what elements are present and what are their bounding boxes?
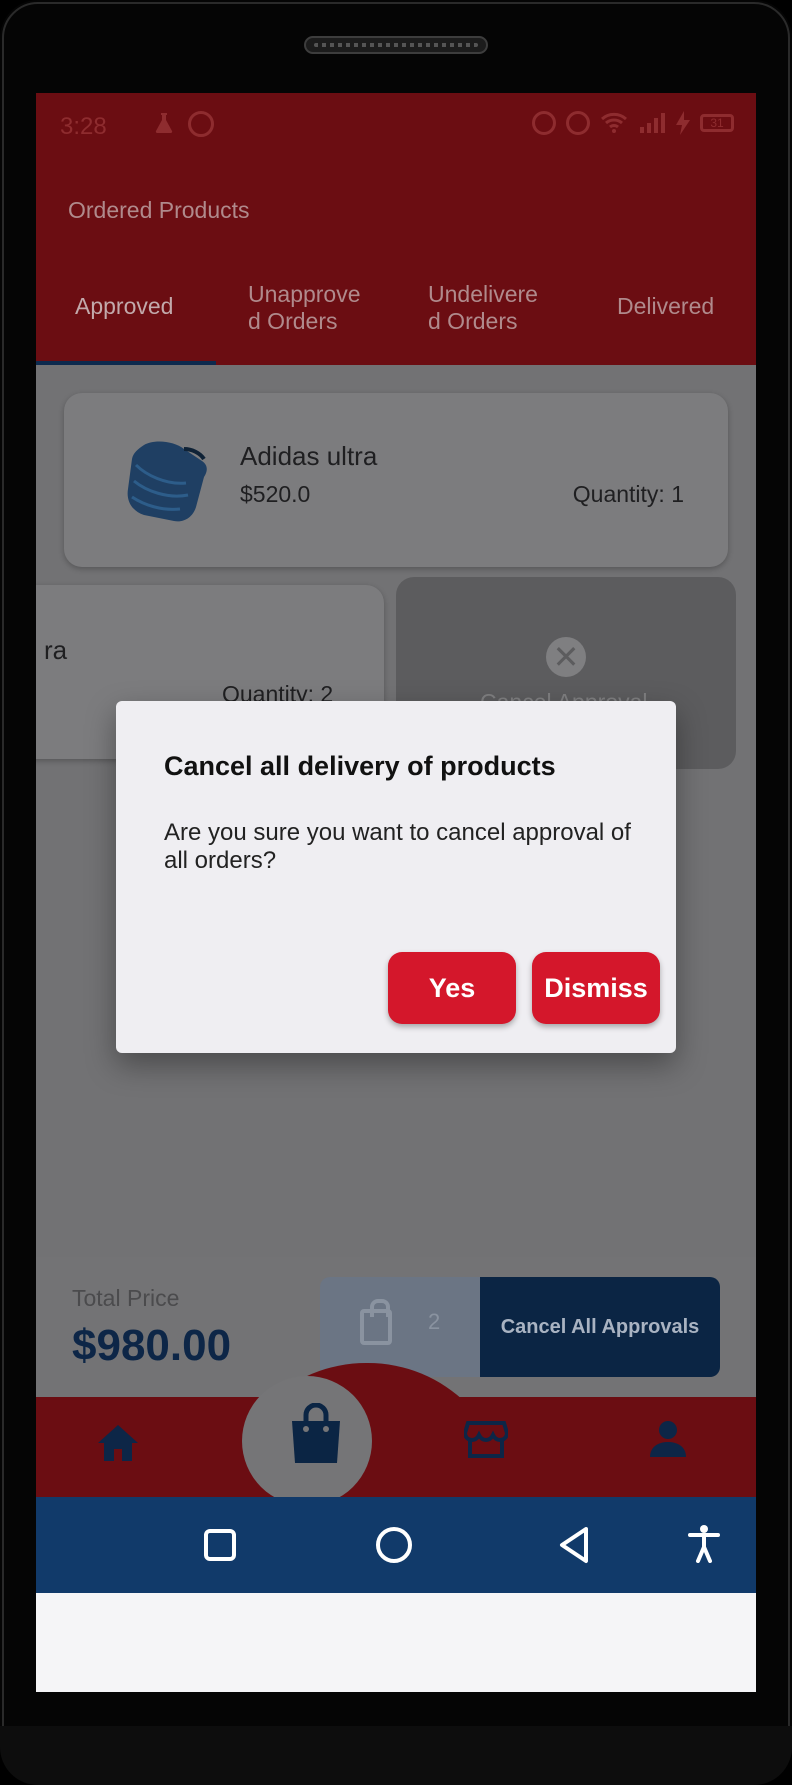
back-icon[interactable] — [556, 1525, 592, 1565]
product-quantity: Quantity: 1 — [572, 481, 684, 507]
status-bar: 3:28 31 — [36, 93, 756, 153]
system-nav-bar — [36, 1497, 756, 1593]
recent-apps-icon[interactable] — [204, 1529, 236, 1561]
confirm-dialog: Cancel all delivery of products Are you … — [116, 701, 676, 1053]
cancel-all-approvals-button[interactable]: 2 Cancel All Approvals — [320, 1277, 720, 1377]
tab-undelivered-orders[interactable]: Undelivere d Orders — [428, 281, 538, 335]
total-price-value: $980.00 — [72, 1321, 232, 1370]
person-icon[interactable] — [648, 1419, 688, 1459]
alarm-icon — [532, 111, 556, 135]
accessibility-icon[interactable] — [686, 1523, 722, 1563]
shopping-bag-icon — [360, 1299, 392, 1345]
close-icon: ✕ — [546, 637, 586, 677]
dialog-title: Cancel all delivery of products — [164, 751, 556, 781]
phone-frame: 3:28 31 Ordered Products Approved Unappr… — [0, 0, 792, 1785]
tab-label-line-2: d Orders — [248, 308, 338, 334]
product-name: ra — [44, 635, 68, 665]
home-icon[interactable] — [96, 1423, 140, 1463]
tab-label-line-2: d Orders — [428, 308, 518, 334]
tab-unapproved-orders[interactable]: Unapprove d Orders — [248, 281, 361, 335]
cancel-all-approvals-label: Cancel All Approvals — [480, 1277, 720, 1377]
yes-button[interactable]: Yes — [388, 952, 516, 1024]
shopping-bag-icon — [292, 1403, 340, 1463]
status-icons: 31 — [532, 111, 734, 135]
charging-icon — [676, 111, 690, 135]
product-image — [127, 441, 207, 522]
phone-chin — [0, 1726, 792, 1785]
home-circle-icon[interactable] — [376, 1527, 412, 1563]
status-time: 3:28 — [60, 113, 107, 140]
dnd-icon — [566, 111, 590, 135]
app-bar: 3:28 31 Ordered Products Approved Unappr… — [36, 93, 756, 365]
page-title: Ordered Products — [68, 197, 250, 223]
dismiss-button[interactable]: Dismiss — [532, 952, 660, 1024]
sync-icon — [188, 111, 214, 137]
store-icon[interactable] — [464, 1419, 508, 1459]
cart-count-segment: 2 — [320, 1277, 480, 1377]
battery-indicator: 31 — [700, 114, 734, 132]
product-price: $520.0 — [240, 481, 311, 507]
signal-icon — [640, 113, 665, 133]
product-name: Adidas ultra — [240, 441, 378, 471]
screen: 3:28 31 Ordered Products Approved Unappr… — [36, 93, 756, 1692]
flask-icon — [155, 113, 173, 133]
wifi-icon — [601, 112, 627, 133]
dialog-message: Are you sure you want to cancel approval… — [164, 819, 631, 874]
tab-label-line-1: Unapprove — [248, 281, 361, 307]
total-price-label: Total Price — [72, 1285, 180, 1311]
order-card[interactable]: Adidas ultra $520.0 Quantity: 1 — [64, 393, 728, 567]
order-tabs: Approved Unapprove d Orders Undelivere d… — [36, 253, 756, 365]
tab-delivered[interactable]: Delivered — [617, 293, 714, 320]
cart-count: 2 — [428, 1309, 441, 1334]
tab-label-line-1: Undelivere — [428, 281, 538, 307]
tab-approved[interactable]: Approved — [75, 293, 173, 320]
speaker-grille — [304, 36, 488, 54]
